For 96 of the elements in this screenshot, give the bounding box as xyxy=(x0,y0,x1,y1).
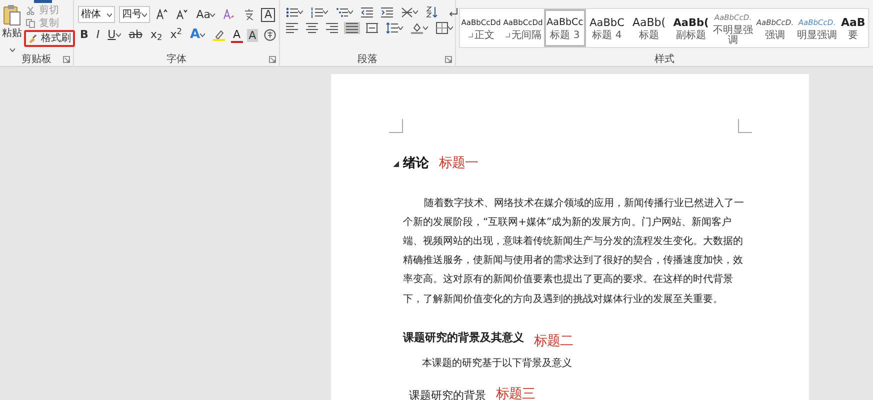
style-option[interactable]: AaBbC 标题 4 xyxy=(586,9,628,47)
caret-icon[interactable] xyxy=(348,10,353,14)
character-shading-button[interactable]: A xyxy=(246,28,258,42)
decrease-indent-button[interactable] xyxy=(359,6,375,18)
shrink-font-icon xyxy=(176,9,188,20)
caret-icon[interactable] xyxy=(448,26,453,30)
collapse-triangle-icon[interactable] xyxy=(393,160,399,167)
active-tab-indicator xyxy=(34,0,52,3)
annotation-text: 标题二 xyxy=(534,334,573,350)
line-spacing-button[interactable] xyxy=(384,22,405,34)
underline-button[interactable]: U xyxy=(106,27,123,43)
align-justify-button[interactable] xyxy=(344,22,360,34)
strikethrough-button[interactable]: ab xyxy=(126,27,144,43)
caret-icon[interactable] xyxy=(323,10,328,14)
heading-text: 绪论 xyxy=(403,155,429,173)
borders-button[interactable] xyxy=(434,22,455,34)
asian-layout-button[interactable] xyxy=(399,6,420,18)
multilevel-list-button[interactable] xyxy=(334,6,355,18)
body-text: 本课题的研究基于以下背景及意义 xyxy=(422,356,573,371)
group-label: 样式 xyxy=(654,54,675,66)
heading-text: 课题研究的背景 xyxy=(409,388,486,400)
annotation-text: 标题一 xyxy=(439,156,478,172)
caret-icon[interactable] xyxy=(423,26,428,30)
caret-icon[interactable] xyxy=(298,10,303,14)
clear-format-icon xyxy=(223,9,236,20)
font-color-button[interactable]: A xyxy=(231,28,243,42)
sort-icon xyxy=(426,6,438,18)
align-justify-icon xyxy=(346,22,358,34)
bullets-button[interactable] xyxy=(284,6,305,18)
grow-font-icon xyxy=(156,9,168,20)
paragraph-text: 随着数字技术、网络技术在媒介领域的应用，新闻传播行业已然进入了一个新的发展阶段，“互联网+媒体”成为新的发展方向。门户网站、新闻客户端、视频网站的出现，意味着传统新闻生产与分发的流程发生变化。大数据的精确推送服务，使新闻与使用者的需求达到了很好的契合，传播速度加快，效率变高。这对原有的新闻价值要素也提出了更高的要求。在这样的时代背景下，了解新闻价值变化的方向及遇到的挑战对媒体行业的发展至关重要。 xyxy=(403,196,745,307)
heading-text: 课题研究的背景及其意义 xyxy=(403,330,524,345)
increase-indent-button[interactable] xyxy=(379,6,395,18)
caret-icon[interactable] xyxy=(142,12,148,16)
caret-icon[interactable] xyxy=(398,26,403,30)
dialog-launcher-icon[interactable] xyxy=(445,56,452,63)
shading-icon xyxy=(411,22,423,34)
bold-button[interactable]: B xyxy=(78,27,90,43)
group-label: 字体 xyxy=(166,54,186,66)
brush-icon xyxy=(28,34,37,43)
shrink-font-button[interactable] xyxy=(174,9,190,20)
clipboard-icon xyxy=(3,4,21,26)
caret-icon[interactable] xyxy=(210,12,216,16)
align-right-icon xyxy=(326,22,338,34)
caret-icon[interactable] xyxy=(200,33,206,37)
shading-button[interactable] xyxy=(409,22,430,34)
superscript-button[interactable]: x$^{2}$ xyxy=(168,27,184,43)
align-left-button[interactable] xyxy=(284,22,300,34)
dialog-launcher-icon[interactable] xyxy=(269,56,276,63)
italic-button[interactable]: I xyxy=(94,27,102,43)
grow-font-button[interactable] xyxy=(154,9,170,20)
annotation-text: 标题三 xyxy=(496,386,535,400)
borders-icon xyxy=(436,22,448,34)
align-right-button[interactable] xyxy=(324,22,340,34)
dialog-launcher-icon[interactable] xyxy=(63,56,70,63)
increase-indent-icon xyxy=(381,6,393,18)
caret-icon[interactable] xyxy=(10,48,14,52)
align-distributed-icon xyxy=(366,22,378,34)
crop-mark-icon xyxy=(738,119,752,133)
align-center-button[interactable] xyxy=(304,22,320,34)
highlighter-icon xyxy=(213,29,226,41)
caret-icon[interactable] xyxy=(116,33,121,37)
text-effect-button[interactable]: A xyxy=(188,27,208,43)
phonetic-guide-icon xyxy=(243,8,256,20)
paste-button[interactable]: 粘贴 xyxy=(2,4,22,67)
enclose-character-button[interactable] xyxy=(262,29,278,41)
caret-icon[interactable] xyxy=(107,12,112,16)
enclose-character-icon xyxy=(264,29,276,41)
sort-button[interactable] xyxy=(424,6,440,18)
copy-icon xyxy=(26,19,35,28)
font-size-field[interactable]: 四号 xyxy=(119,6,150,23)
group-label: 剪贴板 xyxy=(22,54,52,66)
align-left-icon xyxy=(286,22,298,34)
subscript-button[interactable]: x$_{2}$ xyxy=(148,27,164,43)
format-painter-button[interactable]: 格式刷 xyxy=(24,30,75,47)
cut-icon xyxy=(26,6,35,15)
character-border-button[interactable]: A xyxy=(261,8,275,22)
numbering-icon xyxy=(311,6,323,18)
style-option[interactable]: AaBb( 标题 xyxy=(628,9,670,47)
multilevel-list-icon xyxy=(336,6,348,18)
bullets-icon xyxy=(286,6,298,18)
style-option[interactable]: AaB 要 xyxy=(838,9,868,47)
align-distributed-button[interactable] xyxy=(364,22,380,34)
group-label: 段落 xyxy=(358,54,378,66)
decrease-indent-icon xyxy=(361,6,373,18)
font-name-field[interactable]: 楷体 xyxy=(78,6,116,23)
style-option[interactable]: AaBbCc 标题 3 xyxy=(544,9,586,47)
style-option[interactable]: AaBb( 副标题 xyxy=(670,9,712,47)
numbering-button[interactable] xyxy=(309,6,330,18)
change-case-button[interactable]: Aa xyxy=(194,6,218,22)
line-spacing-icon xyxy=(386,22,398,34)
asian-layout-icon xyxy=(401,6,413,18)
crop-mark-icon xyxy=(389,119,403,133)
caret-icon[interactable] xyxy=(413,10,418,14)
align-center-icon xyxy=(306,22,318,34)
highlighter-button[interactable] xyxy=(211,29,228,41)
